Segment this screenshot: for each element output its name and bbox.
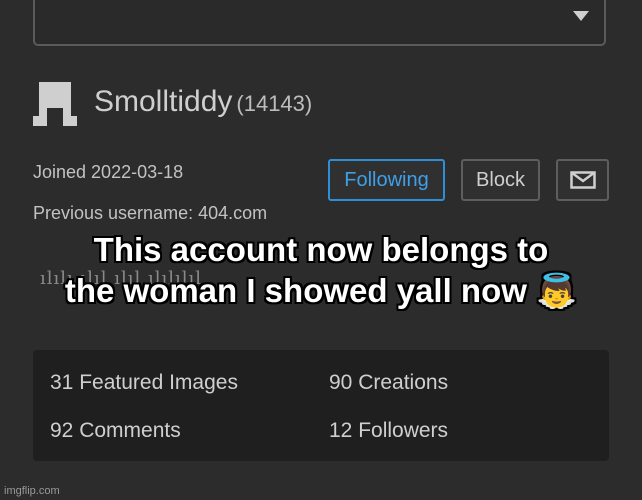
meme-caption: This account now belongs to the woman I … [0,229,642,311]
previous-username: Previous username: 404.com [33,203,268,223]
following-button[interactable]: Following [328,159,445,201]
envelope-icon [569,171,596,189]
user-avatar-icon [33,82,77,126]
stats-panel: 31 Featured Images 90 Creations 92 Comme… [33,350,609,461]
caption-line-1: This account now belongs to [93,231,549,268]
message-button[interactable] [556,159,609,201]
username-heading: Smolltiddy (14143) [94,85,312,119]
stat-comments[interactable]: 92 Comments [50,419,181,443]
stat-followers[interactable]: 12 Followers [329,419,448,443]
joined-date: Joined 2022-03-18 [33,162,184,182]
dropdown-select[interactable] [33,0,606,46]
imgflip-watermark: imgflip.com [4,485,60,497]
user-points: (14143) [236,91,313,116]
caption-line-2: the woman I showed yall now 👼 [64,272,578,309]
stat-featured-images[interactable]: 31 Featured Images [50,371,238,395]
stat-creations[interactable]: 90 Creations [329,371,448,395]
username[interactable]: Smolltiddy [94,85,232,118]
chevron-down-icon [573,11,589,21]
block-button[interactable]: Block [461,159,540,201]
